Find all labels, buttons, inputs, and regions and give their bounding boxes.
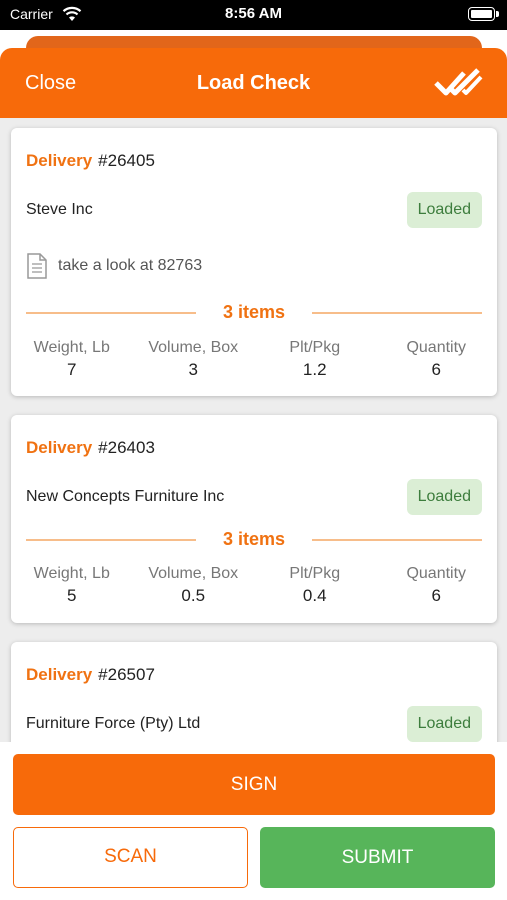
action-bar: SIGN SCAN SUBMIT xyxy=(0,742,507,900)
divider-line xyxy=(312,312,482,314)
stat-volume: Volume, Box 0.5 xyxy=(133,565,255,611)
items-divider: 3 items xyxy=(26,529,482,551)
stat-label: Weight, Lb xyxy=(33,565,110,582)
delivery-label: Delivery xyxy=(26,438,93,457)
stat-label: Quantity xyxy=(406,339,467,356)
delivery-stats: Weight, Lb 5 Volume, Box 0.5 Plt/Pkg 0.4 Qu… xyxy=(11,565,497,611)
status-bar: Carrier 8:56 AM xyxy=(0,0,507,30)
submit-button[interactable]: SUBMIT xyxy=(260,827,495,888)
stat-volume: Volume, Box 3 xyxy=(133,339,255,385)
customer-name: Steve Inc xyxy=(26,201,93,218)
stat-label: Volume, Box xyxy=(148,339,239,356)
divider-line xyxy=(312,539,482,541)
delivery-number: #26507 xyxy=(98,665,155,684)
page-title: Load Check xyxy=(196,72,311,94)
clock: 8:56 AM xyxy=(225,5,282,22)
stat-quantity: Quantity 6 xyxy=(376,565,498,611)
stat-value: 3 xyxy=(188,360,198,379)
delivery-header: Delivery #26405 xyxy=(26,151,155,171)
stat-value: 5 xyxy=(67,586,77,605)
stat-value: 6 xyxy=(431,360,441,379)
stat-quantity: Quantity 6 xyxy=(376,339,498,385)
stat-label: Weight, Lb xyxy=(33,339,110,356)
sign-button[interactable]: SIGN xyxy=(13,754,495,815)
battery-icon xyxy=(468,7,499,21)
delivery-stats: Weight, Lb 7 Volume, Box 3 Plt/Pkg 1.2 Quan… xyxy=(11,339,497,385)
note-text: take a look at 82763 xyxy=(58,257,203,275)
delivery-header: Delivery #26403 xyxy=(26,438,155,458)
customer-name: New Concepts Furniture Inc xyxy=(26,488,225,505)
stat-value: 7 xyxy=(67,360,77,379)
delivery-card[interactable]: Delivery #26405 Steve Inc Loaded take a l… xyxy=(11,128,497,396)
items-divider: 3 items xyxy=(26,302,482,324)
double-check-icon[interactable] xyxy=(433,68,483,98)
stat-label: Plt/Pkg xyxy=(289,339,341,356)
stat-label: Quantity xyxy=(406,565,467,582)
stat-value: 0.5 xyxy=(181,586,206,605)
stat-plt-pkg: Plt/Pkg 1.2 xyxy=(254,339,376,385)
stat-weight: Weight, Lb 7 xyxy=(11,339,133,385)
stat-weight: Weight, Lb 5 xyxy=(11,565,133,611)
stat-value: 6 xyxy=(431,586,441,605)
stat-label: Volume, Box xyxy=(148,565,239,582)
delivery-note: take a look at 82763 xyxy=(26,253,202,279)
status-badge: Loaded xyxy=(406,479,482,515)
delivery-header: Delivery #26507 xyxy=(26,665,155,685)
delivery-label: Delivery xyxy=(26,151,93,170)
stat-plt-pkg: Plt/Pkg 0.4 xyxy=(254,565,376,611)
delivery-card[interactable]: Delivery #26403 New Concepts Furniture In… xyxy=(11,415,497,623)
stat-value: 0.4 xyxy=(302,586,327,605)
document-icon xyxy=(27,253,47,279)
delivery-label: Delivery xyxy=(26,665,93,684)
status-badge: Loaded xyxy=(406,706,482,742)
stat-value: 1.2 xyxy=(302,360,327,379)
nav-bar: Close Load Check xyxy=(0,48,507,118)
delivery-number: #26403 xyxy=(98,438,155,457)
scan-button[interactable]: SCAN xyxy=(13,827,248,888)
status-badge: Loaded xyxy=(406,192,482,228)
delivery-number: #26405 xyxy=(98,151,155,170)
customer-name: Furniture Force (Pty) Ltd xyxy=(26,715,201,732)
stat-label: Plt/Pkg xyxy=(289,565,341,582)
